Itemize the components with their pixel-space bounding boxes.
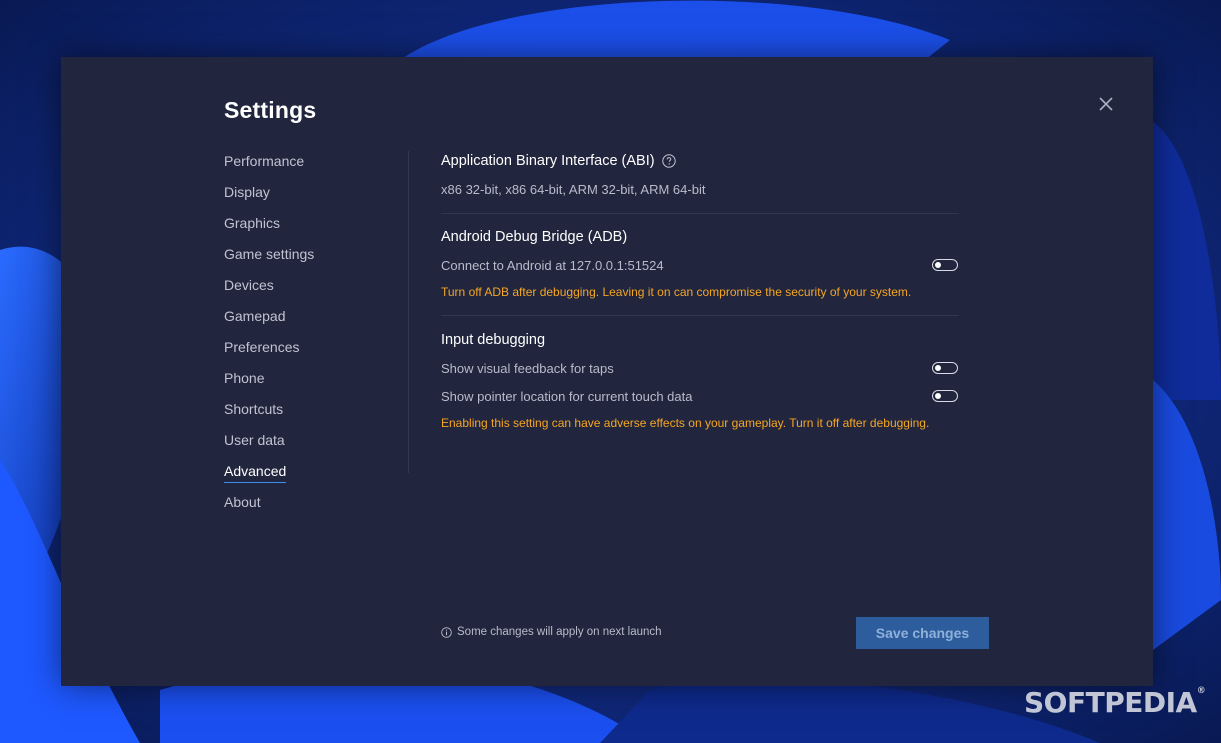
info-icon xyxy=(441,626,452,638)
abi-title-text: Application Binary Interface (ABI) xyxy=(441,153,655,169)
section-divider xyxy=(441,213,959,214)
close-button[interactable] xyxy=(1097,95,1115,113)
settings-sidebar: Performance Display Graphics Game settin… xyxy=(224,153,404,525)
toggle-knob xyxy=(935,392,941,399)
advanced-settings-panel: Application Binary Interface (ABI) x86 3… xyxy=(441,150,961,436)
toggle-knob xyxy=(935,261,941,268)
adb-warning: Turn off ADB after debugging. Leaving it… xyxy=(441,285,912,299)
pointer-location-label: Show pointer location for current touch … xyxy=(441,388,693,404)
help-icon[interactable] xyxy=(661,154,676,168)
sidebar-item-label: Gamepad xyxy=(224,308,286,324)
sidebar-item-display[interactable]: Display xyxy=(224,184,404,215)
sidebar-item-gamepad[interactable]: Gamepad xyxy=(224,308,404,339)
adb-connect-label: Connect to Android at 127.0.0.1:51524 xyxy=(441,257,664,273)
abi-value: x86 32-bit, x86 64-bit, ARM 32-bit, ARM … xyxy=(441,181,706,197)
abi-section-title: Application Binary Interface (ABI) xyxy=(441,150,961,172)
settings-dialog: Settings Performance Display Graphics Ga… xyxy=(61,57,1153,686)
settings-title: Settings xyxy=(224,97,317,123)
softpedia-watermark: SOFTPEDIA® xyxy=(1024,686,1206,719)
taps-feedback-row: Show visual feedback for taps xyxy=(441,354,961,382)
sidebar-item-label: About xyxy=(224,494,261,510)
sidebar-item-label: Preferences xyxy=(224,339,300,355)
sidebar-item-performance[interactable]: Performance xyxy=(224,153,404,184)
abi-value-row: x86 32-bit, x86 64-bit, ARM 32-bit, ARM … xyxy=(441,175,961,203)
sidebar-item-label: Display xyxy=(224,184,270,200)
sidebar-item-label: Advanced xyxy=(224,463,287,483)
toggle-knob xyxy=(935,364,941,371)
sidebar-item-advanced[interactable]: Advanced xyxy=(224,463,404,494)
sidebar-item-label: Phone xyxy=(224,370,265,386)
sidebar-item-preferences[interactable]: Preferences xyxy=(224,339,404,370)
sidebar-item-devices[interactable]: Devices xyxy=(224,277,404,308)
sidebar-item-graphics[interactable]: Graphics xyxy=(224,215,404,246)
save-changes-button[interactable]: Save changes xyxy=(856,617,989,649)
sidebar-item-label: Game settings xyxy=(224,246,315,262)
adb-connect-row: Connect to Android at 127.0.0.1:51524 xyxy=(441,251,961,279)
sidebar-divider xyxy=(408,151,409,473)
footer-note-text: Some changes will apply on next launch xyxy=(457,626,662,638)
watermark-text: SOFTPEDIA xyxy=(1024,686,1197,719)
taps-feedback-toggle[interactable] xyxy=(932,362,958,374)
sidebar-item-shortcuts[interactable]: Shortcuts xyxy=(224,401,404,432)
sidebar-item-phone[interactable]: Phone xyxy=(224,370,404,401)
sidebar-item-about[interactable]: About xyxy=(224,494,404,525)
adb-toggle[interactable] xyxy=(932,259,958,271)
footer-note: Some changes will apply on next launch xyxy=(441,626,662,638)
adb-section-title: Android Debug Bridge (ADB) xyxy=(441,226,961,248)
input-debugging-title-text: Input debugging xyxy=(441,332,546,348)
question-mark-icon xyxy=(661,154,676,168)
sidebar-item-label: Shortcuts xyxy=(224,401,284,417)
input-debugging-warning: Enabling this setting can have adverse e… xyxy=(441,416,930,430)
section-divider xyxy=(441,315,959,316)
sidebar-item-label: User data xyxy=(224,432,285,448)
sidebar-item-user-data[interactable]: User data xyxy=(224,432,404,463)
sidebar-item-label: Graphics xyxy=(224,215,281,231)
input-debugging-section-title: Input debugging xyxy=(441,329,961,351)
adb-title-text: Android Debug Bridge (ADB) xyxy=(441,229,628,245)
pointer-location-toggle[interactable] xyxy=(932,390,958,402)
sidebar-item-label: Performance xyxy=(224,153,305,169)
close-icon xyxy=(1099,97,1113,111)
taps-feedback-label: Show visual feedback for taps xyxy=(441,360,614,376)
sidebar-item-game-settings[interactable]: Game settings xyxy=(224,246,404,277)
pointer-location-row: Show pointer location for current touch … xyxy=(441,382,961,410)
sidebar-item-label: Devices xyxy=(224,277,274,293)
